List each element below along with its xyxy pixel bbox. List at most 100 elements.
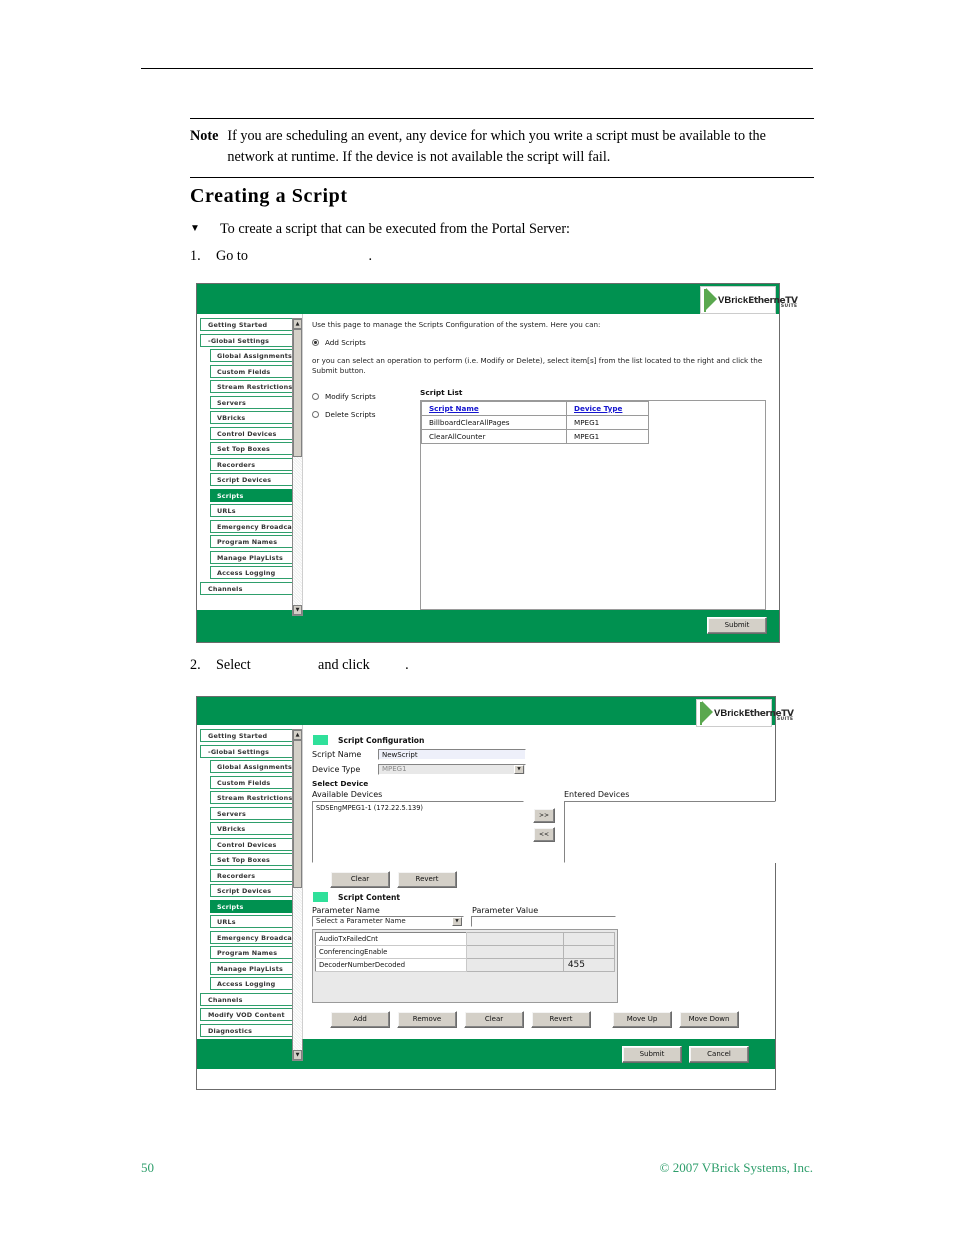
remove-parameter-button[interactable]: Remove	[397, 1011, 457, 1028]
table-row[interactable]: ConferencingEnable	[315, 945, 616, 959]
grid-empty-area[interactable]	[315, 972, 615, 994]
sidebar-item-urls[interactable]: URLs	[210, 915, 300, 928]
parameter-name-select[interactable]: Select a Parameter Name ▼	[312, 916, 464, 927]
sidebar-item-program-names[interactable]: Program Names	[210, 946, 300, 959]
cell-parameter-value[interactable]	[465, 945, 564, 959]
parameter-table[interactable]: AudioTxFailedCnt ConferencingEnable Deco…	[315, 932, 616, 972]
scrollbar-thumb[interactable]	[293, 740, 302, 888]
sidebar-item-diagnostics[interactable]: Diagnostics	[200, 1023, 300, 1037]
sidebar-item-getting-started[interactable]: Getting Started	[200, 729, 300, 742]
cell-device-type[interactable]: MPEG1	[566, 428, 649, 444]
move-right-button[interactable]: >>	[533, 808, 555, 823]
entered-devices-listbox[interactable]	[564, 801, 776, 863]
table-row[interactable]: BillboardClearAllPages MPEG1	[421, 414, 649, 430]
revert-devices-button[interactable]: Revert	[397, 871, 457, 888]
chevron-down-icon[interactable]: ▼	[452, 917, 462, 926]
cell-parameter-number[interactable]	[562, 932, 616, 946]
cell-parameter-name[interactable]: ConferencingEnable	[315, 945, 467, 959]
sidebar-item-access-logging[interactable]: Access Logging	[210, 566, 300, 579]
sidebar-item-program-names[interactable]: Program Names	[210, 535, 300, 548]
sidebar-item-modify-vod-content[interactable]: Modify VOD Content	[200, 1008, 300, 1021]
cell-parameter-value[interactable]	[465, 932, 564, 946]
sidebar-item-custom-fields[interactable]: Custom Fields	[210, 364, 300, 378]
sidebar-item-control-devices[interactable]: Control Devices	[210, 426, 300, 440]
cell-parameter-name[interactable]: DecoderNumberDecoded	[315, 958, 467, 972]
scroll-up-arrow-icon[interactable]: ▲	[293, 319, 302, 329]
scroll-up-arrow-icon[interactable]: ▲	[293, 730, 302, 740]
sidebar-item-servers[interactable]: Servers	[210, 806, 300, 820]
sidebar-item-emergency-broadcast[interactable]: Emergency Broadcast	[210, 519, 300, 533]
clear-devices-button[interactable]: Clear	[330, 871, 390, 888]
sidebar-item-emergency-broadcast[interactable]: Emergency Broadcast	[210, 930, 300, 944]
sidebar-item-scripts[interactable]: Scripts	[210, 899, 300, 913]
revert-parameters-button[interactable]: Revert	[531, 1011, 591, 1028]
sidebar-item-access-logging[interactable]: Access Logging	[210, 977, 300, 990]
table-row[interactable]: DecoderNumberDecoded 455	[315, 958, 616, 972]
parameter-value-input[interactable]	[471, 916, 616, 927]
cell-script-name[interactable]: BillboardClearAllPages	[421, 414, 567, 430]
sidebar-item-channels[interactable]: Channels	[200, 581, 300, 595]
cell-parameter-number[interactable]	[562, 945, 616, 959]
list-item[interactable]: SDSEngMPEG1-1 (172.22.5.139)	[316, 804, 520, 812]
sidebar-item-set-top-boxes[interactable]: Set Top Boxes	[210, 442, 300, 455]
scroll-down-arrow-icon[interactable]: ▼	[293, 605, 302, 615]
radio-delete-scripts[interactable]: Delete Scripts	[312, 410, 420, 419]
sidebar-item-control-devices[interactable]: Control Devices	[210, 837, 300, 851]
sidebar-item-vbricks[interactable]: VBricks	[210, 822, 300, 835]
sidebar-item-recorders[interactable]: Recorders	[210, 457, 300, 471]
cell-parameter-name[interactable]: AudioTxFailedCnt	[315, 932, 467, 946]
clear-parameters-button[interactable]: Clear	[464, 1011, 524, 1028]
add-parameter-button[interactable]: Add	[330, 1011, 390, 1028]
sidebar-item-global-settings[interactable]: -Global Settings	[200, 333, 300, 347]
sidebar-item-servers[interactable]: Servers	[210, 395, 300, 409]
scroll-down-arrow-icon[interactable]: ▼	[293, 1050, 302, 1060]
sidebar-item-stream-restrictions[interactable]: Stream Restrictions	[210, 380, 300, 393]
sidebar-item-global-settings[interactable]: -Global Settings	[200, 744, 300, 758]
script-name-input[interactable]: NewScript	[378, 749, 526, 760]
sidebar-item-set-top-boxes[interactable]: Set Top Boxes	[210, 853, 300, 866]
sidebar-item-custom-fields[interactable]: Custom Fields	[210, 775, 300, 789]
sidebar-item-channels[interactable]: Channels	[200, 992, 300, 1006]
sidebar-item-recorders[interactable]: Recorders	[210, 868, 300, 882]
cancel-button[interactable]: Cancel	[689, 1045, 749, 1063]
sidebar-item-urls[interactable]: URLs	[210, 504, 300, 517]
scrollbar-track[interactable]	[293, 457, 302, 605]
radio-unselected-icon[interactable]	[312, 392, 319, 400]
sidebar-item-scripts[interactable]: Scripts	[210, 488, 300, 502]
column-header-script-name[interactable]: Script Name	[421, 400, 567, 416]
sidebar-item-manage-playlists[interactable]: Manage PlayLists	[210, 961, 300, 975]
step-number: 1.	[190, 248, 201, 264]
cell-device-type[interactable]: MPEG1	[566, 414, 649, 430]
cell-parameter-value[interactable]	[465, 958, 564, 972]
move-down-button[interactable]: Move Down	[679, 1011, 739, 1028]
sidebar-item-script-devices[interactable]: Script Devices	[210, 884, 300, 897]
submit-button[interactable]: Submit	[707, 617, 767, 635]
scrollbar-track[interactable]	[293, 888, 302, 1050]
table-row[interactable]: ClearAllCounter MPEG1	[421, 428, 649, 444]
radio-selected-icon[interactable]	[312, 339, 319, 346]
cell-parameter-number[interactable]: 455	[562, 958, 616, 972]
column-header-device-type[interactable]: Device Type	[566, 400, 649, 416]
sidebar-item-manage-playlists[interactable]: Manage PlayLists	[210, 550, 300, 564]
chevron-down-icon[interactable]: ▼	[514, 765, 524, 774]
sidebar-item-script-devices[interactable]: Script Devices	[210, 473, 300, 486]
scrollbar-thumb[interactable]	[293, 329, 302, 457]
sidebar-item-global-assignments[interactable]: Global Assignments	[210, 760, 300, 773]
sidebar-item-vbricks[interactable]: VBricks	[210, 411, 300, 424]
table-row[interactable]: AudioTxFailedCnt	[315, 932, 616, 946]
submit-button[interactable]: Submit	[622, 1045, 682, 1063]
available-devices-listbox[interactable]: SDSEngMPEG1-1 (172.22.5.139)	[312, 801, 524, 863]
radio-unselected-icon[interactable]	[312, 410, 319, 418]
sidebar-item-getting-started[interactable]: Getting Started	[200, 318, 300, 331]
device-type-select[interactable]: MPEG1 ▼	[378, 764, 526, 775]
radio-add-scripts[interactable]: Add Scripts	[312, 338, 771, 347]
cell-script-name[interactable]: ClearAllCounter	[421, 428, 567, 444]
sidebar-item-global-assignments[interactable]: Global Assignments	[210, 349, 300, 362]
radio-modify-scripts[interactable]: Modify Scripts	[312, 392, 420, 401]
script-content-grid[interactable]: AudioTxFailedCnt ConferencingEnable Deco…	[312, 929, 618, 1003]
script-list-frame[interactable]: Script Name Device Type BillboardClearAl…	[420, 399, 766, 610]
sidebar-item-stream-restrictions[interactable]: Stream Restrictions	[210, 791, 300, 804]
move-up-button[interactable]: Move Up	[612, 1011, 672, 1028]
move-left-button[interactable]: <<	[533, 827, 555, 842]
script-list-table[interactable]: Script Name Device Type BillboardClearAl…	[421, 400, 649, 444]
